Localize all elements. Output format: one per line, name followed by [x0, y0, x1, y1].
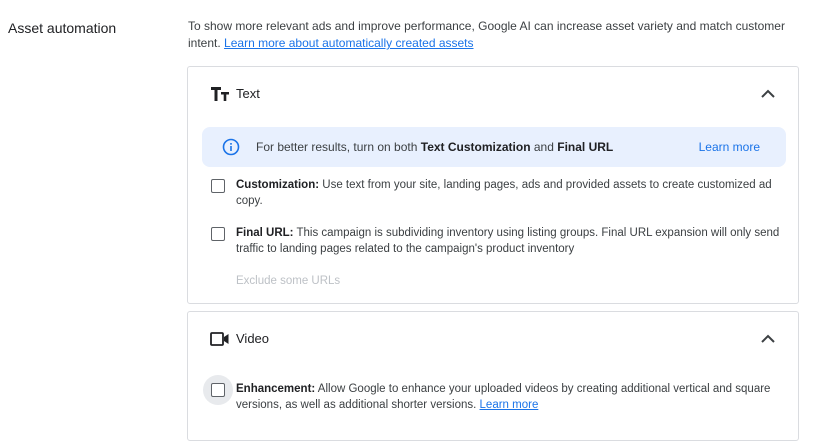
- customization-description: Customization: Use text from your site, …: [236, 179, 772, 207]
- text-format-icon: [210, 86, 230, 107]
- final-url-description: Final URL: This campaign is subdividing …: [236, 227, 780, 255]
- video-camera-icon: [210, 332, 230, 351]
- video-card-header[interactable]: Video: [188, 312, 798, 366]
- info-banner: For better results, turn on both Text Cu…: [202, 127, 786, 167]
- section-description: To show more relevant ads and improve pe…: [188, 18, 800, 52]
- enhancement-description: Enhancement: Allow Google to enhance you…: [236, 383, 771, 411]
- chevron-up-icon[interactable]: [760, 332, 776, 350]
- learn-more-auto-assets-link[interactable]: Learn more about automatically created a…: [224, 36, 473, 50]
- chevron-up-icon[interactable]: [760, 87, 776, 105]
- video-card-title: Video: [236, 331, 270, 346]
- section-label: Asset automation: [8, 20, 117, 36]
- enhancement-checkbox[interactable]: [211, 383, 225, 397]
- banner-learn-more-link[interactable]: Learn more: [699, 140, 760, 154]
- video-assets-card: Video Enhancement: Allow Google to enhan…: [187, 311, 799, 441]
- text-card-header[interactable]: Text: [188, 67, 798, 121]
- text-assets-card: Text For better results, turn on both Te…: [187, 66, 799, 304]
- text-card-title: Text: [236, 86, 260, 101]
- info-banner-text: For better results, turn on both Text Cu…: [256, 140, 614, 154]
- exclude-urls-link[interactable]: Exclude some URLs: [236, 275, 340, 287]
- enhancement-learn-more-link[interactable]: Learn more: [480, 399, 539, 411]
- final-url-checkbox[interactable]: [211, 227, 225, 241]
- info-icon: [222, 138, 240, 161]
- customization-checkbox[interactable]: [211, 179, 225, 193]
